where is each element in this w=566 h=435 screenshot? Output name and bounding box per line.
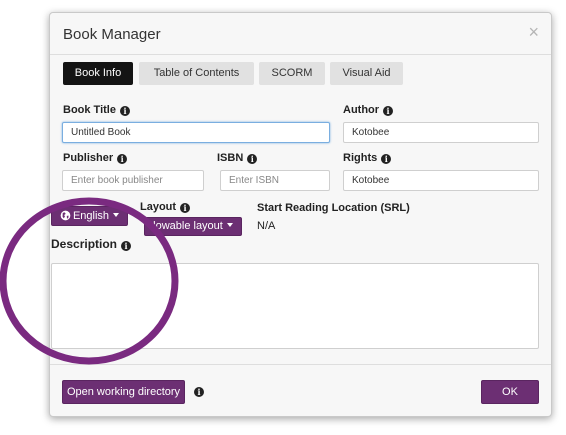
description-label: Description i (51, 237, 132, 251)
layout-button-label: lowable layout (153, 220, 223, 232)
tab-visual-aid[interactable]: Visual Aid (330, 62, 403, 85)
dialog-title: Book Manager (63, 26, 161, 43)
layout-label-text: Layout (140, 201, 177, 213)
caret-down-icon (113, 213, 120, 217)
rights-input[interactable] (343, 170, 539, 191)
srl-value: N/A (257, 220, 276, 232)
author-input[interactable] (343, 122, 539, 143)
tab-scorm[interactable]: SCORM (259, 62, 325, 85)
info-icon[interactable]: i (247, 154, 258, 164)
book-title-input[interactable] (62, 122, 330, 143)
srl-label: Start Reading Location (SRL) (257, 202, 410, 214)
description-textarea[interactable] (51, 263, 539, 349)
info-icon[interactable]: i (119, 106, 130, 116)
layout-dropdown-button[interactable]: lowable layout (144, 217, 242, 236)
info-icon[interactable]: i (194, 387, 204, 397)
language-button-label: English (72, 210, 110, 222)
close-icon[interactable]: × (528, 23, 539, 41)
layout-label: Layout i (140, 201, 191, 213)
open-working-directory-button[interactable]: Open working directory (62, 380, 185, 404)
isbn-input[interactable] (220, 170, 330, 191)
tab-book-info[interactable]: Book Info (63, 62, 133, 85)
book-manager-dialog: Book Manager × Book Info Table of Conten… (49, 12, 552, 417)
publisher-label-text: Publisher (63, 152, 114, 164)
publisher-label: Publisher i (63, 152, 128, 164)
footer-divider (50, 364, 551, 365)
info-icon[interactable]: i (117, 154, 128, 164)
tab-table-of-contents[interactable]: Table of Contents (139, 62, 254, 85)
book-title-label-text: Book Title (63, 104, 116, 116)
rights-label: Rights i (343, 152, 392, 164)
caret-down-icon (226, 223, 233, 227)
author-label: Author i (343, 104, 394, 116)
info-icon[interactable]: i (381, 154, 392, 164)
dialog-header: Book Manager × (50, 13, 551, 55)
isbn-label-text: ISBN (217, 152, 244, 164)
language-dropdown-button[interactable]: English (51, 206, 128, 226)
isbn-label: ISBN i (217, 152, 258, 164)
globe-icon (60, 210, 71, 221)
author-label-text: Author (343, 104, 380, 116)
info-icon[interactable]: i (121, 241, 132, 251)
ok-button[interactable]: OK (481, 380, 539, 404)
info-icon[interactable]: i (383, 106, 394, 116)
description-label-text: Description (51, 237, 118, 251)
book-title-label: Book Title i (63, 104, 130, 116)
rights-label-text: Rights (343, 152, 378, 164)
info-icon[interactable]: i (180, 203, 191, 213)
publisher-input[interactable] (62, 170, 204, 191)
